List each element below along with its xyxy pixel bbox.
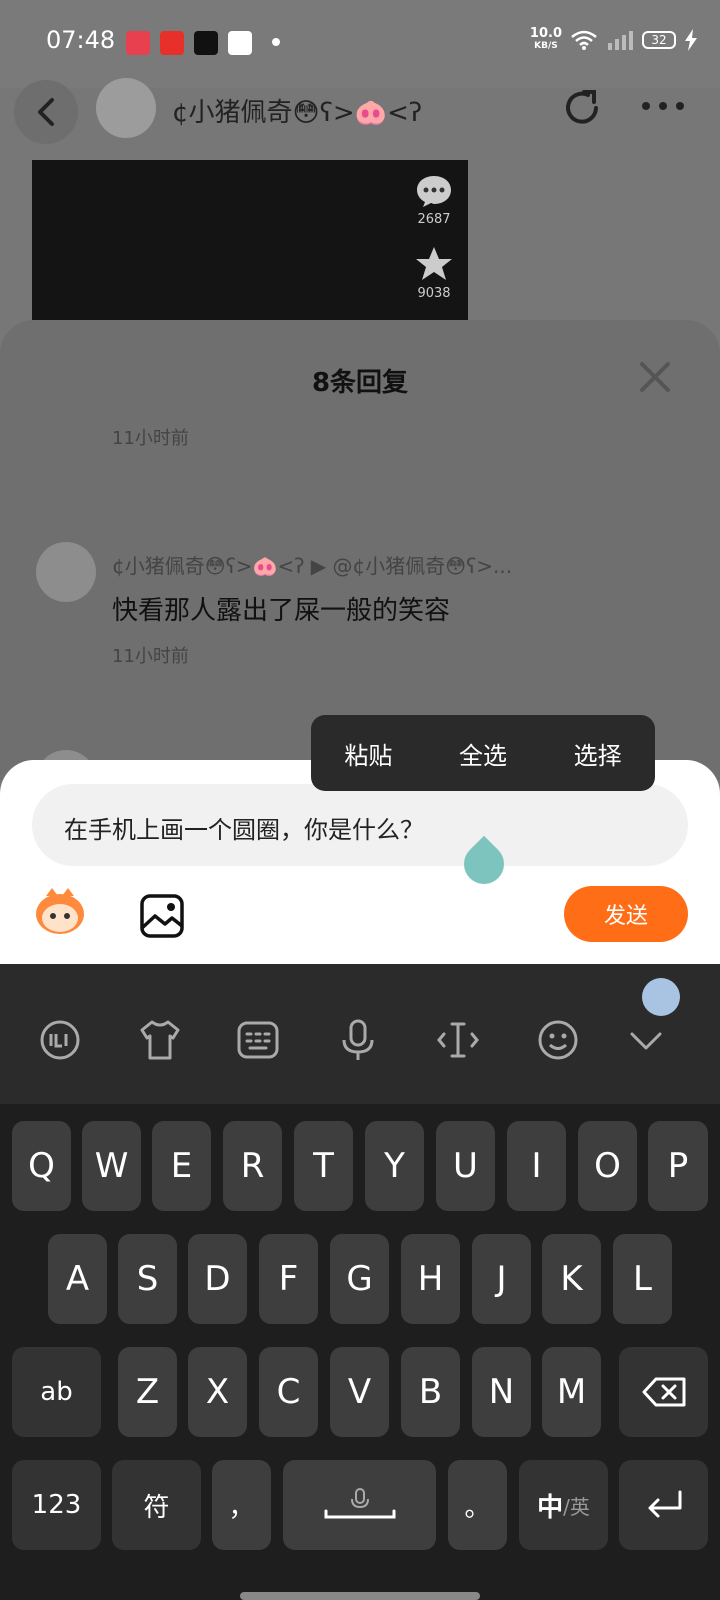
text-selection-menu: 粘贴 全选 选择 [311,715,655,791]
key-symbols[interactable]: 符 [112,1460,201,1550]
reply-username[interactable]: ¢小猪佩奇😳ʕ>🐽<ʔ ▶ @¢小猪佩奇😳ʕ>... [112,550,512,579]
enter-key[interactable] [619,1460,708,1550]
microphone-icon[interactable] [334,1016,382,1064]
skin-shirt-icon[interactable] [136,1016,184,1064]
keyboard-layout-icon[interactable] [234,1016,282,1064]
key-y[interactable]: Y [365,1121,424,1211]
key-l[interactable]: L [613,1234,672,1324]
key-w[interactable]: W [82,1121,141,1211]
key-q[interactable]: Q [12,1121,71,1211]
reply-timestamp: 11小时前 [112,646,189,667]
key-period[interactable]: 。 [448,1460,507,1550]
key-h[interactable]: H [401,1234,460,1324]
key-t[interactable]: T [294,1121,353,1211]
emoji-sticker-icon[interactable] [32,886,88,936]
key-c[interactable]: C [259,1347,318,1437]
key-d[interactable]: D [188,1234,247,1324]
media-app-icon [228,31,252,55]
language-chinese-label: 中 [537,1492,564,1523]
key-a[interactable]: A [48,1234,107,1324]
star-stat[interactable]: 9038 [414,246,454,301]
avatar[interactable] [36,542,96,602]
app-header: ¢小猪佩奇😳ʕ>🐽<ʔ [0,72,720,152]
video-app-icon [126,31,150,55]
comment-input[interactable]: 在手机上画一个圆圈，你是什么？ [32,784,688,866]
comment-bubble-icon [417,176,451,207]
comment-count: 2687 [417,212,451,227]
key-x[interactable]: X [188,1347,247,1437]
select-all-menu-item[interactable]: 全选 [451,736,515,771]
key-u[interactable]: U [436,1121,495,1211]
author-avatar[interactable] [96,78,156,138]
notification-icons [126,31,252,55]
key-i[interactable]: I [507,1121,566,1211]
status-indicators: 10.0 KB/S 32 [529,26,698,52]
keyboard-toolbar [0,964,720,1104]
wifi-icon [571,30,597,50]
enter-icon [648,1490,681,1518]
battery-icon: 32 [642,31,676,49]
key-p[interactable]: P [648,1121,708,1211]
space-key[interactable] [283,1460,436,1550]
replies-title: 8条回复 [311,368,409,398]
share-icon[interactable] [560,86,604,130]
key-comma[interactable]: ， [212,1460,271,1550]
key-f[interactable]: F [259,1234,318,1324]
shopping-app-icon [160,31,184,55]
back-button[interactable] [14,80,78,144]
emoji-smile-icon[interactable] [534,1016,582,1064]
back-arrow-icon [38,98,54,126]
key-z[interactable]: Z [118,1347,177,1437]
paste-menu-item[interactable]: 粘贴 [336,736,400,771]
key-g[interactable]: G [330,1234,389,1324]
send-button[interactable]: 发送 [564,886,688,942]
backspace-key[interactable] [619,1347,708,1437]
key-j[interactable]: J [472,1234,531,1324]
status-time: 07:48 [46,26,116,54]
signal-icon [608,31,633,50]
chevron-down-icon[interactable] [622,1016,670,1064]
ifly-logo-icon[interactable] [36,1016,84,1064]
reply-text[interactable]: 快看那人露出了屎一般的笑容 [112,590,450,627]
space-mic-icon [324,1488,395,1519]
key-e[interactable]: E [152,1121,211,1211]
charging-icon [685,29,697,51]
language-toggle-key[interactable]: 中/英 [519,1460,608,1550]
comment-stat[interactable]: 2687 [414,174,454,227]
key-s[interactable]: S [118,1234,177,1324]
home-indicator[interactable] [240,1592,480,1600]
image-icon[interactable] [140,894,184,938]
keyboard: Q W E R T Y U I O P A S D F G H J K L ab… [0,964,720,1600]
star-count: 9038 [417,286,451,301]
close-icon[interactable] [638,360,672,394]
key-123[interactable]: 123 [12,1460,101,1550]
comment-input-text[interactable]: 在手机上画一个圆圈，你是什么？ [64,810,424,845]
replies-sheet: 8条回复 11小时前 ¢小猪佩奇😳ʕ>🐽<ʔ ▶ @¢小猪佩奇😳ʕ>... 快看… [0,320,720,790]
backspace-icon [642,1377,685,1407]
language-english-label: /英 [563,1494,590,1519]
cursor-move-icon[interactable] [434,1016,482,1064]
key-v[interactable]: V [330,1347,389,1437]
network-speed: 10.0 KB/S [529,26,562,51]
key-ab[interactable]: ab [12,1347,101,1437]
tiktok-icon [194,31,218,55]
key-o[interactable]: O [578,1121,637,1211]
key-n[interactable]: N [472,1347,531,1437]
select-menu-item[interactable]: 选择 [566,736,630,771]
more-notifications-dot [272,38,280,46]
author-name[interactable]: ¢小猪佩奇😳ʕ>🐽<ʔ [172,92,422,129]
key-k[interactable]: K [542,1234,601,1324]
key-b[interactable]: B [401,1347,460,1437]
key-m[interactable]: M [542,1347,601,1437]
star-icon [416,247,452,280]
reply-timestamp: 11小时前 [112,428,189,449]
more-options-icon[interactable] [640,98,686,114]
keyboard-assistant-icon[interactable] [642,978,680,1016]
key-r[interactable]: R [223,1121,282,1211]
video-thumbnail[interactable]: 2687 9038 [32,160,468,320]
